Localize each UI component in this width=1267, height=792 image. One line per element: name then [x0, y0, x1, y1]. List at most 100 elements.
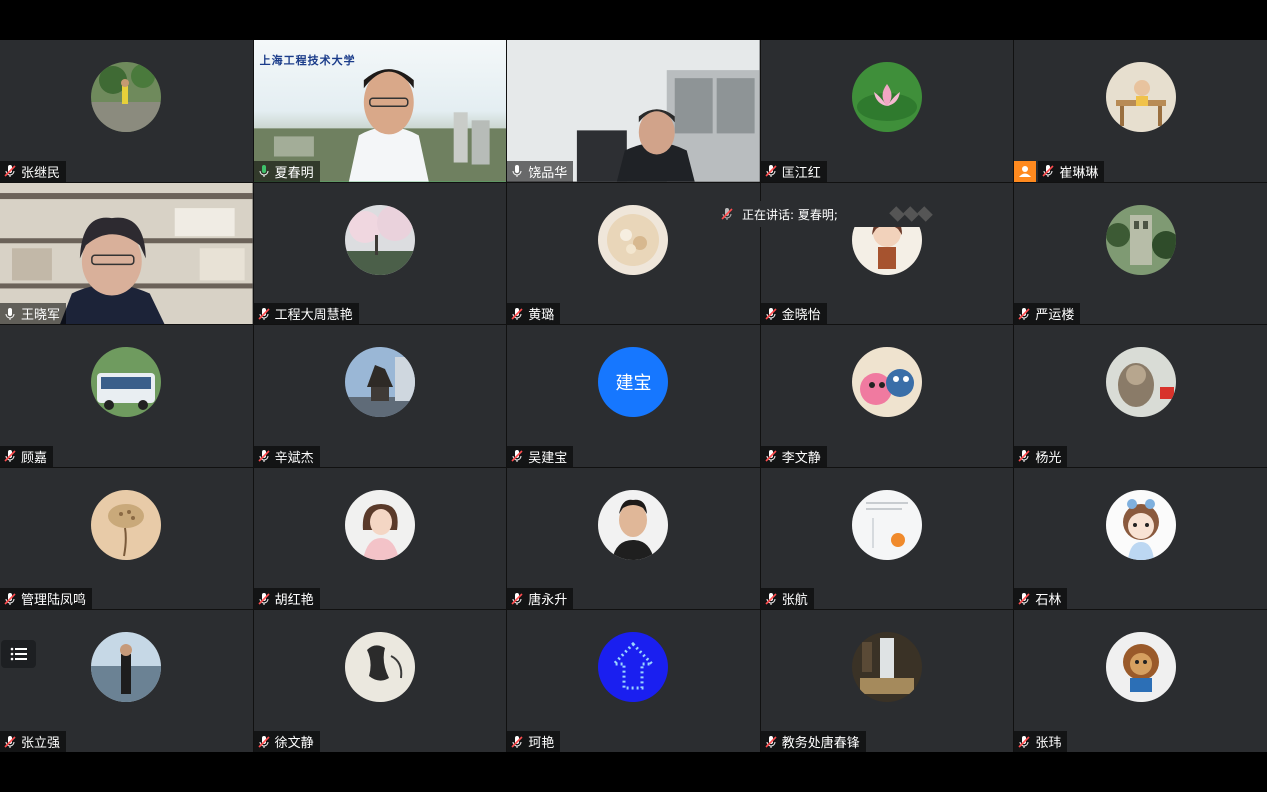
avatar — [91, 632, 162, 703]
mic-muted-icon — [1018, 450, 1030, 463]
avatar — [1105, 632, 1176, 703]
participant-name-bar: 辛斌杰 — [253, 445, 320, 467]
mic-muted-icon — [765, 165, 777, 178]
participant-tile[interactable]: 石林 — [1014, 467, 1267, 610]
participant-tile-active-speaker[interactable]: 上海工程技术大学 夏春明 — [253, 40, 507, 182]
participant-name: 王晓军 — [21, 308, 61, 324]
avatar — [598, 632, 669, 703]
mic-muted-icon — [765, 307, 777, 320]
mic-muted-icon — [1042, 165, 1054, 178]
participant-tile[interactable]: 匡江红 — [760, 40, 1014, 182]
avatar — [1105, 347, 1176, 418]
participant-name-bar: 石林 — [1014, 588, 1068, 610]
participant-name: 杨光 — [1035, 450, 1062, 466]
participant-tile[interactable]: 崔琳琳 — [1014, 40, 1267, 182]
participant-name: 徐文静 — [274, 736, 314, 751]
participant-tile[interactable]: 胡红艳 — [253, 467, 507, 610]
participant-name-bar: 张航 — [760, 588, 814, 610]
avatar — [344, 489, 415, 560]
participant-name-bar: 珂艳 — [507, 731, 561, 752]
participant-name: 张航 — [781, 593, 808, 609]
participant-name-bar: 吴建宝 — [507, 445, 574, 467]
mic-muted-icon — [1018, 592, 1030, 605]
avatar — [1105, 489, 1176, 560]
participant-tile[interactable]: 严运楼 — [1014, 182, 1267, 325]
participant-tile[interactable]: 顾嘉 — [0, 325, 253, 467]
participant-name-bar: 徐文静 — [253, 731, 320, 752]
avatar — [1105, 204, 1176, 275]
participant-tile[interactable]: 李文静 — [760, 325, 1014, 467]
participant-name: 张继民 — [21, 165, 61, 181]
participant-name-bar: 匡江红 — [760, 160, 827, 182]
participant-tile[interactable]: 建宝 吴建宝 — [507, 325, 760, 467]
participant-name-bar: 崔琳琳 — [1038, 160, 1105, 182]
participant-name: 管理陆凤鸣 — [21, 593, 87, 609]
more-icon[interactable] — [889, 205, 933, 223]
participant-tile[interactable]: 珂艳 — [507, 610, 760, 752]
university-logo-text: 上海工程技术大学 — [259, 54, 356, 67]
avatar — [852, 62, 923, 132]
participant-name: 匡江红 — [781, 165, 821, 181]
participant-name: 辛斌杰 — [274, 450, 314, 466]
mic-muted-icon — [4, 450, 16, 463]
avatar — [852, 489, 923, 560]
participant-tile[interactable]: 张航 — [760, 467, 1014, 610]
participant-name-bar: 管理陆凤鸣 — [0, 588, 93, 610]
mic-muted-icon — [1018, 735, 1030, 748]
participant-name-bar: 黄璐 — [507, 303, 561, 325]
list-icon — [10, 647, 27, 661]
participant-name: 教务处唐春锋 — [781, 736, 860, 751]
mic-muted-icon — [1018, 307, 1030, 320]
participant-tile[interactable]: 辛斌杰 — [253, 325, 507, 467]
participant-tile[interactable]: 管理陆凤鸣 — [0, 467, 253, 610]
participant-tile[interactable]: 张继民 — [0, 40, 253, 182]
participant-name-bar: 胡红艳 — [253, 588, 320, 610]
participant-name: 李文静 — [781, 450, 821, 466]
participant-name-bar: 杨光 — [1014, 445, 1068, 467]
avatar — [852, 347, 923, 418]
participant-name: 顾嘉 — [21, 450, 48, 466]
participant-list-button[interactable] — [1, 640, 36, 668]
mic-muted-icon — [511, 592, 523, 605]
participant-tile[interactable]: 唐永升 — [507, 467, 760, 610]
participant-tile[interactable]: 王晓军 — [0, 182, 253, 325]
participant-name-bar: 教务处唐春锋 — [760, 731, 866, 752]
participant-tile[interactable]: 教务处唐春锋 — [760, 610, 1014, 752]
participant-name: 吴建宝 — [528, 450, 568, 466]
participant-name: 崔琳琳 — [1059, 165, 1099, 181]
avatar — [91, 489, 162, 560]
avatar-initials: 建宝 — [598, 347, 669, 418]
participant-name: 石林 — [1035, 593, 1062, 609]
avatar — [344, 632, 415, 703]
mic-muted-icon — [765, 735, 777, 748]
participant-name: 唐永升 — [528, 593, 568, 609]
participant-name: 饶品华 — [528, 165, 568, 181]
participant-name: 金晓怡 — [781, 308, 821, 324]
avatar — [344, 204, 415, 275]
speaking-label: 正在讲话: 夏春明; — [742, 207, 838, 222]
mic-muted-icon — [258, 450, 270, 463]
participant-name: 珂艳 — [528, 736, 555, 751]
mic-muted-icon — [511, 735, 523, 748]
participant-name-bar: 张继民 — [0, 160, 67, 182]
mic-muted-icon — [4, 735, 16, 748]
participant-name: 黄璐 — [528, 308, 555, 324]
participant-tile[interactable]: 杨光 — [1014, 325, 1267, 467]
participant-name: 张玮 — [1035, 736, 1062, 751]
participant-tile[interactable]: 张玮 — [1014, 610, 1267, 752]
avatar — [598, 489, 669, 560]
mic-muted-icon — [765, 450, 777, 463]
participant-tile[interactable]: 饶品华 — [507, 40, 760, 182]
avatar — [1105, 62, 1176, 132]
participant-tile[interactable]: 工程大周慧艳 — [253, 182, 507, 325]
participant-name: 张立强 — [21, 736, 61, 751]
participant-tile[interactable]: 徐文静 — [253, 610, 507, 752]
participant-name-bar: 王晓军 — [0, 303, 67, 325]
participant-tile[interactable]: 张立强 — [0, 610, 253, 752]
mic-icon — [512, 165, 522, 178]
participant-name-bar: 金晓怡 — [760, 303, 827, 325]
participant-name-bar: 严运楼 — [1014, 303, 1081, 325]
mic-speaking-icon — [259, 165, 269, 178]
avatar — [91, 347, 162, 418]
mic-muted-icon — [721, 208, 733, 220]
